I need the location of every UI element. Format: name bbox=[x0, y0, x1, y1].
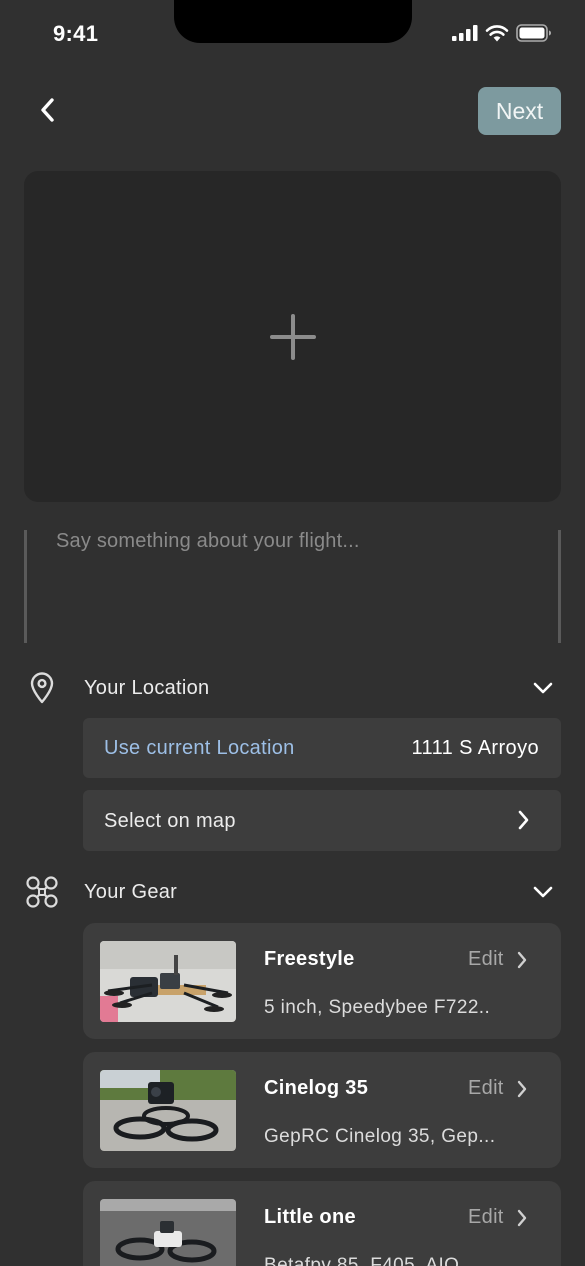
gear-section-title: Your Gear bbox=[84, 880, 178, 903]
drone-photo bbox=[100, 1199, 236, 1266]
gear-description: Betafpv 85, F405, AIO... bbox=[264, 1255, 477, 1266]
gear-card[interactable]: Little one Edit Betafpv 85, F405, AIO... bbox=[83, 1181, 561, 1266]
gear-section-header[interactable]: Your Gear bbox=[24, 872, 561, 912]
chevron-down-icon bbox=[533, 682, 553, 694]
drone-icon bbox=[24, 874, 60, 910]
use-current-location-label: Use current Location bbox=[104, 737, 295, 759]
caption-input[interactable]: Say something about your flight... bbox=[24, 530, 561, 643]
gear-name: Little one bbox=[264, 1206, 356, 1228]
chevron-right-icon bbox=[518, 810, 529, 830]
location-section-header[interactable]: Your Location bbox=[24, 668, 561, 708]
location-pin-icon bbox=[24, 670, 60, 706]
drone-photo bbox=[100, 1070, 236, 1151]
gear-name: Freestyle bbox=[264, 948, 355, 970]
current-location-value: 1111 S Arroyo bbox=[411, 737, 539, 759]
plus-icon bbox=[269, 313, 316, 360]
chevron-down-icon bbox=[533, 886, 553, 898]
chevron-right-icon bbox=[517, 1080, 527, 1098]
gear-description: 5 inch, Speedybee F722.. bbox=[264, 997, 491, 1018]
next-button[interactable]: Next bbox=[478, 87, 561, 135]
edit-link[interactable]: Edit bbox=[468, 1206, 504, 1229]
edit-link[interactable]: Edit bbox=[468, 948, 504, 971]
chevron-right-icon bbox=[517, 951, 527, 969]
status-bar: 9:41 bbox=[0, 0, 585, 64]
cellular-signal-icon bbox=[452, 25, 478, 41]
battery-icon bbox=[516, 24, 551, 42]
add-media-area[interactable] bbox=[24, 171, 561, 502]
select-on-map-row[interactable]: Select on map bbox=[83, 790, 561, 851]
device-notch bbox=[174, 0, 412, 43]
edit-link[interactable]: Edit bbox=[468, 1077, 504, 1100]
gear-name: Cinelog 35 bbox=[264, 1077, 369, 1099]
gear-card[interactable]: Freestyle Edit 5 inch, Speedybee F722.. bbox=[83, 923, 561, 1039]
back-button[interactable] bbox=[30, 90, 66, 130]
status-time: 9:41 bbox=[53, 21, 99, 46]
drone-photo bbox=[100, 941, 236, 1022]
use-current-location-row[interactable]: Use current Location 1111 S Arroyo bbox=[83, 718, 561, 778]
select-on-map-label: Select on map bbox=[104, 810, 236, 832]
chevron-right-icon bbox=[517, 1209, 527, 1227]
status-icons bbox=[452, 24, 552, 42]
caption-placeholder: Say something about your flight... bbox=[56, 530, 360, 552]
location-section-title: Your Location bbox=[84, 676, 210, 699]
chevron-left-icon bbox=[41, 98, 54, 122]
gear-card[interactable]: Cinelog 35 Edit GepRC Cinelog 35, Gep... bbox=[83, 1052, 561, 1168]
gear-description: GepRC Cinelog 35, Gep... bbox=[264, 1126, 496, 1147]
wifi-icon bbox=[485, 25, 509, 42]
